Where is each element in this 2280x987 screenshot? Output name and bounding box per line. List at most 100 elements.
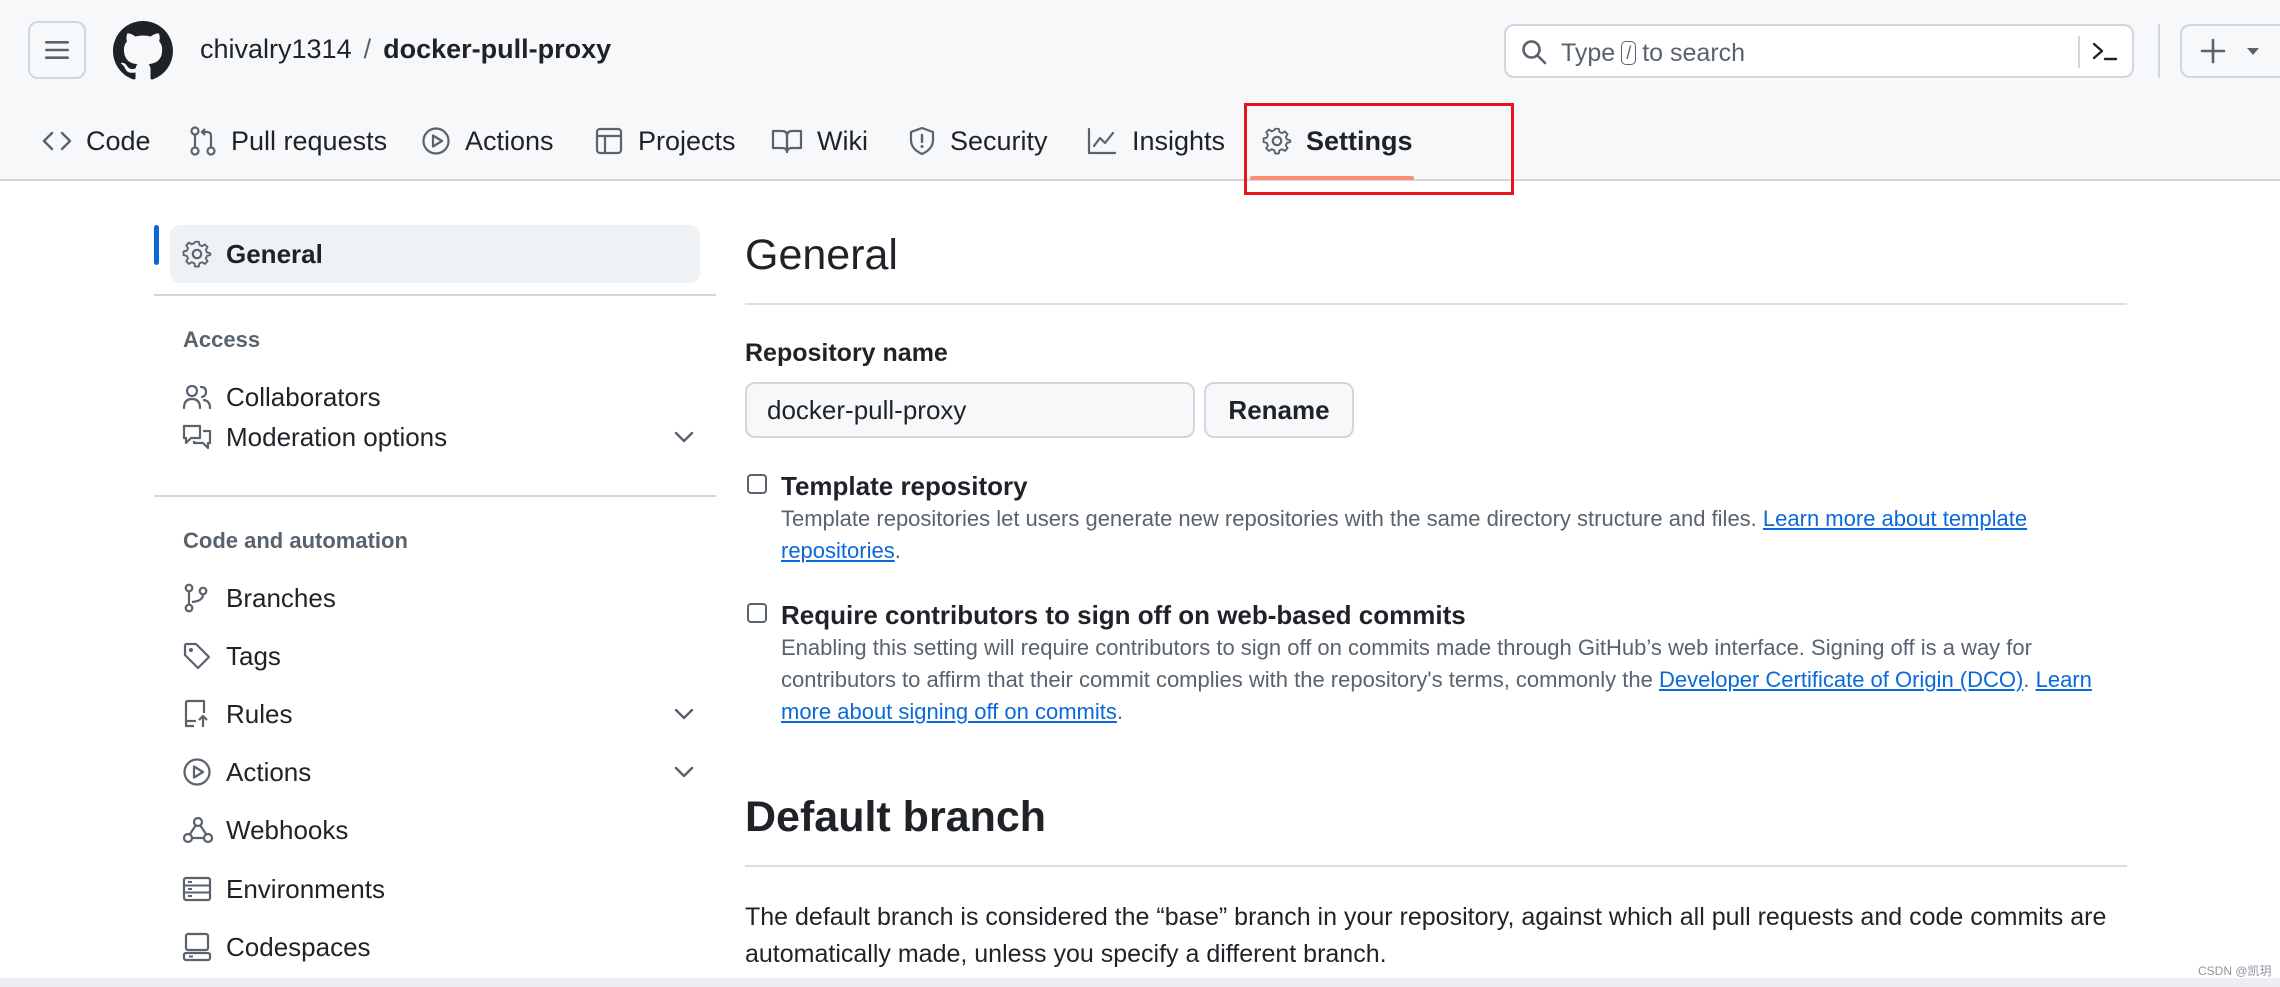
sign-off-checkbox[interactable]	[747, 603, 767, 623]
template-repository-checkbox[interactable]	[747, 474, 767, 494]
hamburger-icon	[45, 41, 69, 59]
tab-actions[interactable]: Actions	[421, 106, 554, 176]
section-divider	[745, 303, 2127, 305]
header-divider	[2158, 24, 2160, 78]
chevron-down-icon[interactable]	[674, 707, 694, 721]
sidebar-item-label: Moderation options	[226, 421, 448, 452]
settings-sidebar: General Access Collaborators Moderation …	[154, 181, 716, 987]
description-text: Template repositories let users generate…	[781, 506, 1757, 531]
highlight-annotation-box	[1244, 103, 1514, 195]
shield-icon	[909, 126, 935, 156]
repo-link[interactable]: docker-pull-proxy	[383, 34, 611, 64]
search-suffix: to search	[1642, 39, 1746, 67]
active-indicator	[154, 225, 159, 265]
breadcrumb-separator: /	[363, 34, 372, 64]
tab-insights[interactable]: Insights	[1086, 106, 1225, 176]
rename-button[interactable]: Rename	[1204, 382, 1354, 438]
search-divider	[2078, 36, 2080, 68]
tab-code[interactable]: Code	[42, 106, 151, 176]
tab-projects[interactable]: Projects	[594, 106, 736, 176]
git-branch-icon	[184, 583, 208, 613]
bottom-strip	[0, 978, 2280, 987]
dco-link[interactable]: Developer Certificate of Origin (DCO)	[1659, 667, 2023, 692]
repository-name-label: Repository name	[745, 339, 948, 367]
description-end: .	[894, 538, 901, 563]
section-divider	[745, 865, 2127, 867]
webhook-icon	[182, 816, 214, 844]
sidebar-item-label: Tags	[226, 640, 281, 671]
sidebar-item-actions[interactable]: Actions	[170, 743, 700, 801]
description-mid: .	[2023, 667, 2030, 692]
create-new-button[interactable]	[2180, 24, 2280, 78]
repository-name-input[interactable]	[745, 382, 1195, 438]
plus-icon	[2200, 38, 2226, 64]
github-logo-icon[interactable]	[113, 21, 173, 81]
sidebar-item-label: General	[226, 238, 323, 269]
play-icon	[183, 758, 211, 786]
people-icon	[182, 384, 212, 410]
sign-off-description: Enabling this setting will require contr…	[781, 632, 2131, 728]
code-icon	[42, 131, 72, 151]
watermark: CSDN @凯玥	[2198, 964, 2272, 978]
sidebar-item-moderation-options[interactable]: Moderation options	[170, 408, 700, 466]
search-icon	[1522, 40, 1547, 65]
sidebar-item-codespaces[interactable]: Codespaces	[170, 918, 700, 976]
sidebar-divider	[154, 294, 716, 296]
default-branch-description: The default branch is considered the “ba…	[745, 903, 2107, 968]
shortcut-key: /	[1621, 41, 1637, 65]
sidebar-item-label: Environments	[226, 873, 385, 904]
tab-label: Actions	[465, 125, 554, 156]
tab-label: Security	[950, 125, 1048, 156]
command-palette-icon[interactable]	[2090, 38, 2120, 66]
server-icon	[182, 876, 212, 902]
chevron-down-icon[interactable]	[674, 765, 694, 779]
sidebar-item-webhooks[interactable]: Webhooks	[170, 801, 700, 859]
sidebar-heading-access: Access	[183, 327, 261, 352]
owner-link[interactable]: chivalry1314	[200, 34, 352, 64]
menu-button[interactable]	[28, 21, 86, 79]
page-title: General	[745, 231, 898, 279]
pull-request-icon	[190, 126, 216, 156]
sidebar-heading-code-and-automation: Code and automation	[183, 528, 408, 553]
sidebar-item-branches[interactable]: Branches	[170, 569, 700, 627]
sidebar-item-rules[interactable]: Rules	[170, 685, 700, 743]
tag-icon	[183, 642, 211, 670]
default-branch-title: Default branch	[745, 793, 1047, 841]
app-header: chivalry1314/docker-pull-proxy Type / to s…	[0, 0, 2280, 181]
graph-icon	[1087, 127, 1117, 155]
table-icon	[595, 127, 623, 155]
sidebar-item-label: Codespaces	[226, 931, 371, 962]
search-input[interactable]: Type / to search	[1504, 24, 2134, 78]
codespaces-icon	[182, 932, 212, 962]
template-repository-description: Template repositories let users generate…	[781, 503, 2131, 567]
gear-icon	[182, 240, 212, 268]
breadcrumb: chivalry1314 / docker-pull-proxy	[200, 34, 611, 65]
sidebar-item-tags[interactable]: Tags	[170, 627, 700, 685]
repo-push-icon	[184, 699, 208, 728]
comment-discussion-icon	[182, 424, 212, 450]
tab-pull-requests[interactable]: Pull requests	[189, 106, 387, 176]
caret-down-icon	[2247, 48, 2259, 55]
sidebar-item-environments[interactable]: Environments	[170, 860, 700, 918]
template-repository-title: Template repository	[781, 471, 1028, 501]
description-end: .	[1116, 699, 1124, 724]
tab-wiki[interactable]: Wiki	[771, 106, 868, 176]
book-icon	[771, 129, 803, 154]
sidebar-item-label: Rules	[226, 698, 293, 729]
search-prefix: Type	[1561, 39, 1616, 67]
play-icon	[422, 127, 450, 155]
sidebar-item-label: Actions	[226, 756, 312, 787]
tab-label: Pull requests	[231, 125, 388, 156]
chevron-down-icon[interactable]	[674, 430, 694, 444]
tab-label: Wiki	[817, 125, 868, 156]
sidebar-item-label: Webhooks	[226, 814, 349, 845]
sidebar-item-label: Branches	[226, 582, 336, 613]
tab-label: Code	[86, 125, 151, 156]
sidebar-divider	[154, 495, 716, 497]
search-placeholder: Type / to search	[1561, 39, 1745, 68]
tab-security[interactable]: Security	[908, 106, 1048, 176]
tab-label: Projects	[638, 125, 736, 156]
sidebar-item-general[interactable]: General	[170, 225, 700, 283]
tab-label: Insights	[1132, 125, 1226, 156]
sign-off-title: Require contributors to sign off on web-…	[781, 600, 1466, 630]
